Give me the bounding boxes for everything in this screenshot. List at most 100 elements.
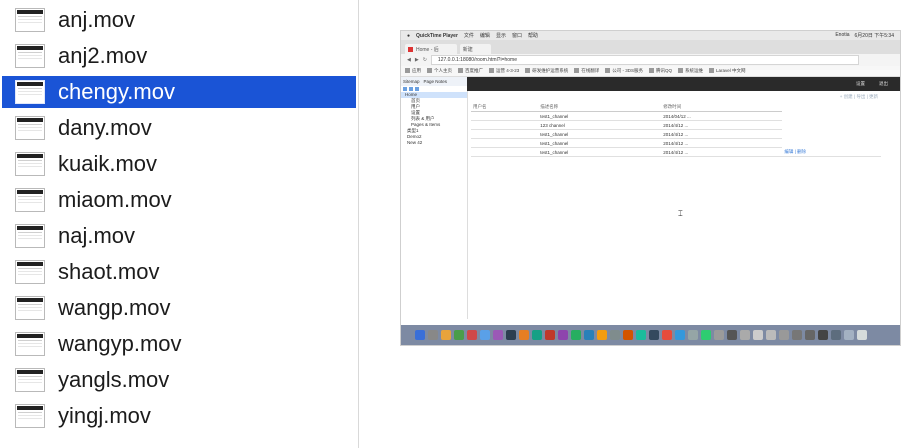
dock-app-icon <box>636 330 646 340</box>
bookmark-item: 系统运维 <box>678 68 703 74</box>
row-actions: 编辑 | 删除 <box>782 147 881 157</box>
file-name: dany.mov <box>58 115 152 140</box>
dock-app-icon <box>831 330 841 340</box>
sitemap-tree: Home 首页 用户 设置 列表 & 用户 Pages & Items 类型1 Demo2 Ne… <box>401 92 467 146</box>
dock-app-icon <box>766 330 776 340</box>
table-cell: 123 channel <box>538 120 662 130</box>
dock-app-icon <box>662 330 672 340</box>
file-row[interactable]: shaot.mov <box>2 256 356 288</box>
dock-app-icon <box>558 330 568 340</box>
dock-app-icon <box>415 330 425 340</box>
file-list: anj.mov anj2.mov chengy.mov dany.mov kuaik.m… <box>0 0 359 448</box>
bookmark-item: Laravel 中文网 <box>709 68 746 74</box>
movie-file-icon <box>15 260 45 284</box>
menubar-status: Enotia 6月20日 下午5:34 <box>835 32 900 39</box>
forward-icon: ▶ <box>414 57 419 63</box>
bookmark-item: 运营 4-3-23 <box>489 68 519 74</box>
table-cell <box>471 138 539 148</box>
dock-app-icon <box>779 330 789 340</box>
file-row[interactable]: anj2.mov <box>2 40 356 72</box>
table-cell: 2014/4/12 ... <box>661 138 783 148</box>
tree-tool-icon <box>403 87 407 91</box>
file-name: yingj.mov <box>58 403 151 428</box>
file-row[interactable]: yangls.mov <box>2 364 356 396</box>
tree-item: New 42 <box>407 140 423 145</box>
menubar-status-user: Enotia <box>835 32 850 38</box>
bookmark-icon <box>525 68 531 74</box>
file-row[interactable]: dany.mov <box>2 112 356 144</box>
dock-app-icon <box>480 330 490 340</box>
dock-app-icon <box>805 330 815 340</box>
dock-app-icon <box>818 330 828 340</box>
bookmark-icon <box>574 68 580 74</box>
bookmark-icon <box>405 68 410 74</box>
bookmark-icon <box>489 68 494 74</box>
dock-app-icon <box>493 330 503 340</box>
menubar-item-file: 文件 <box>463 33 474 39</box>
bookmark-icon <box>427 68 432 74</box>
file-row[interactable]: yingj.mov <box>2 400 356 432</box>
dock-app-icon <box>675 330 685 340</box>
file-row[interactable]: chengy.mov <box>2 76 356 108</box>
dock-app-icon <box>740 330 750 340</box>
dock-app-icon <box>649 330 659 340</box>
movie-file-icon <box>15 152 45 176</box>
menubar-item-window: 窗口 <box>511 33 522 39</box>
table-row: test1_channel 2014/4/12 ... <box>471 138 881 148</box>
dock-app-icon <box>532 330 542 340</box>
back-icon: ◀ <box>407 57 411 63</box>
file-row[interactable]: naj.mov <box>2 220 356 252</box>
dock-app-icon <box>519 330 529 340</box>
movie-file-icon <box>15 332 45 356</box>
dock-app-icon <box>688 330 698 340</box>
dock-app-icon <box>857 330 867 340</box>
column-header: 描述名称 <box>538 103 662 112</box>
browser-address-bar: ◀ ▶ ↻ 127.0.0.1:18080/room.html?i=home <box>401 54 900 66</box>
file-name: chengy.mov <box>58 79 175 104</box>
table-row: 123 channel 2014/4/12 ... <box>471 120 881 130</box>
file-row[interactable]: anj.mov <box>2 4 356 36</box>
file-row[interactable]: kuaik.mov <box>2 148 356 180</box>
bookmark-item: 公司 - 3DS服务 <box>605 68 643 74</box>
bookmark-icon <box>709 68 715 74</box>
movie-file-icon <box>15 368 45 392</box>
tab-page-notes: Page Notes <box>423 79 448 84</box>
file-row[interactable]: wangyp.mov <box>2 328 356 360</box>
browser-tabbar: Home - 后 新建 <box>401 40 900 54</box>
bookmark-item: 研发维护运营系统 <box>525 68 568 74</box>
table-cell <box>471 120 539 130</box>
bookmark-icon <box>649 68 655 74</box>
movie-file-icon <box>15 8 45 32</box>
browser-tab: Home - 后 <box>405 44 457 54</box>
browser-tab: 新建 <box>459 44 491 54</box>
mouse-cursor-icon: ⌶ <box>678 209 683 218</box>
file-row[interactable]: wangp.mov <box>2 292 356 324</box>
file-row[interactable]: miaom.mov <box>2 184 356 216</box>
column-header: 用户名 <box>471 103 539 112</box>
bookmark-icon <box>678 68 684 74</box>
tab-sitemap: Sitemap <box>403 79 420 84</box>
bookmark-item: 个人主页 <box>427 68 452 74</box>
reload-icon: ↻ <box>422 57 427 63</box>
movie-file-icon <box>15 44 45 68</box>
movie-file-icon <box>15 296 45 320</box>
movie-file-icon <box>15 188 45 212</box>
bookmark-item: 在线翻译 <box>574 68 599 74</box>
dock-app-icon <box>623 330 633 340</box>
sidebar-tabs: Sitemap Page Notes <box>401 77 467 86</box>
table-header-row: 用户名 描述名称 修改时间 <box>471 103 881 112</box>
movie-file-icon <box>15 404 45 428</box>
table-cell: 2014/4/12 ... <box>661 120 783 130</box>
file-name: miaom.mov <box>58 187 172 212</box>
apple-icon: ● <box>407 32 411 39</box>
main-content: 设置 退出 + 创建 | 导出 | 更新 用户名 描述名称 修改时间 test1_ch… <box>467 77 900 319</box>
video-preview: ● QuickTime Player 文件 编辑 显示 窗口 帮助 Enotia… <box>400 30 901 346</box>
file-name: anj.mov <box>58 7 136 32</box>
mac-menubar: ● QuickTime Player 文件 编辑 显示 窗口 帮助 Enotia… <box>401 31 900 40</box>
table-cell <box>471 129 539 139</box>
tree-tool-icon <box>409 87 413 91</box>
table-row: test1_channel 2014/4/12 ... <box>471 129 881 139</box>
file-name: kuaik.mov <box>58 151 158 176</box>
menubar-clock: 6月20日 下午5:34 <box>854 33 894 39</box>
sitemap-sidebar: Sitemap Page Notes Home 首页 用户 设置 列表 & 用户 Page… <box>401 77 468 319</box>
